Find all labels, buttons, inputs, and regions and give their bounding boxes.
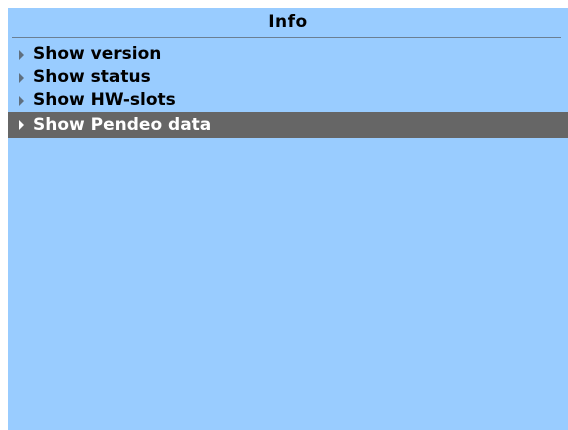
menu-item-show-pendeo-data[interactable]: Show Pendeo data	[8, 112, 568, 138]
info-screen: Info Show version Show status Show HW-sl…	[8, 8, 568, 430]
menu-item-label: Show version	[33, 44, 162, 64]
menu-item-label: Show Pendeo data	[33, 115, 212, 135]
triangle-right-icon	[19, 120, 24, 130]
menu-item-label: Show status	[33, 67, 151, 87]
menu-item-label: Show HW-slots	[33, 90, 176, 110]
menu-item-show-version[interactable]: Show version	[8, 43, 568, 66]
triangle-right-icon	[19, 50, 24, 60]
triangle-right-icon	[19, 73, 24, 83]
screen-title: Info	[268, 12, 308, 32]
triangle-right-icon	[19, 96, 24, 106]
title-divider	[12, 37, 561, 38]
menu-item-show-status[interactable]: Show status	[8, 66, 568, 89]
info-menu: Show version Show status Show HW-slots S…	[8, 43, 568, 138]
menu-item-show-hw-slots[interactable]: Show HW-slots	[8, 89, 568, 112]
